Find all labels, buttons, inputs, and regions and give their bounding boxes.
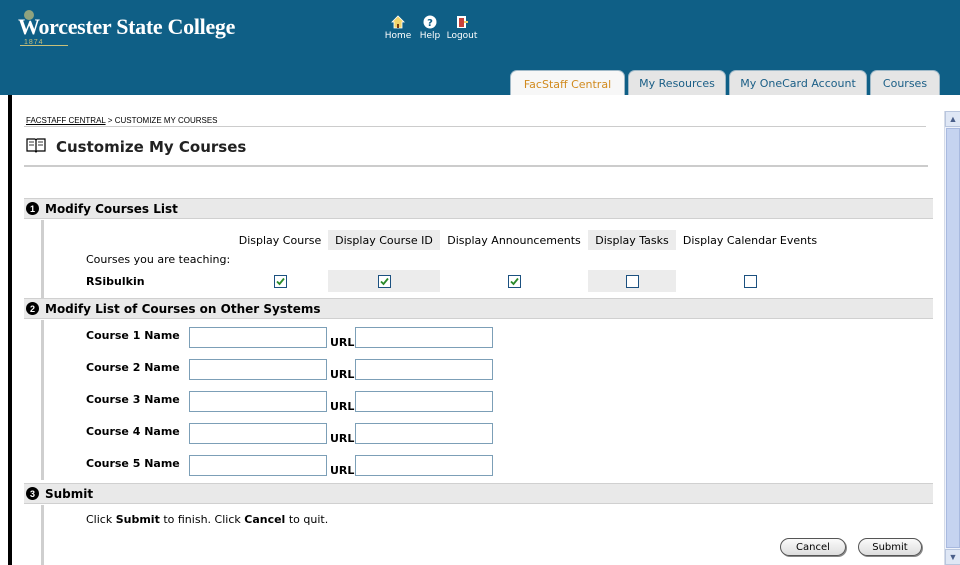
col-display-course: Display Course xyxy=(238,233,322,247)
college-logo[interactable]: 1874 Worcester State College xyxy=(18,10,235,46)
section-3-title: Submit xyxy=(45,486,94,501)
checkbox-display-calendar-events[interactable] xyxy=(743,274,757,288)
checkbox-display-tasks[interactable] xyxy=(625,274,639,288)
help-label: Help xyxy=(419,31,441,41)
cell-display-course-id xyxy=(328,270,440,292)
logout-label: Logout xyxy=(446,31,478,41)
step-1-icon: 1 xyxy=(26,202,39,215)
course-3-label: Course 3 Name xyxy=(86,393,180,406)
section-modify-courses-list-header: 1 Modify Courses List xyxy=(24,198,933,219)
breadcrumb: FACSTAFF CENTRAL > CUSTOMIZE MY COURSES xyxy=(26,116,218,125)
submit-instructions: Click Submit to finish. Click Cancel to … xyxy=(86,513,328,526)
top-navigation: Home ? Help Logout xyxy=(383,14,477,41)
course-1-url-input[interactable] xyxy=(355,327,493,348)
home-label: Home xyxy=(384,31,412,41)
section-3-guide-line xyxy=(41,505,44,565)
checkbox-display-announcements[interactable] xyxy=(507,274,521,288)
book-icon xyxy=(26,137,46,156)
title-rule xyxy=(24,165,928,167)
tab-my-resources[interactable]: My Resources xyxy=(628,70,726,96)
page-title-row: Customize My Courses xyxy=(26,137,246,156)
course-4-url-input[interactable] xyxy=(355,423,493,444)
home-icon xyxy=(390,14,406,30)
logo-year: 1874 xyxy=(24,39,44,46)
logo-emblem: 1874 xyxy=(20,10,68,46)
cell-display-tasks xyxy=(588,270,676,292)
courses-teaching-label: Courses you are teaching: xyxy=(86,253,231,266)
scroll-down-arrow-icon[interactable]: ▼ xyxy=(945,549,960,565)
checkbox-display-course[interactable] xyxy=(273,274,287,288)
step-3-icon: 3 xyxy=(26,487,39,500)
instr-submit-word: Submit xyxy=(115,513,160,526)
vertical-scrollbar[interactable]: ▲ ▼ xyxy=(944,111,960,565)
section-1-guide-line xyxy=(41,220,44,300)
breadcrumb-link-facstaff-central[interactable]: FACSTAFF CENTRAL xyxy=(26,116,106,125)
course-2-url-label: URL xyxy=(330,368,355,381)
logout-icon xyxy=(454,14,470,30)
course-3-name-input[interactable] xyxy=(189,391,327,412)
course-5-url-input[interactable] xyxy=(355,455,493,476)
col-display-course-id: Display Course ID xyxy=(328,230,440,250)
help-link[interactable]: ? Help xyxy=(415,14,445,41)
instr-part-2: to finish. Click xyxy=(159,513,245,526)
course-1-url-label: URL xyxy=(330,336,355,349)
cell-display-course xyxy=(234,270,326,292)
course-4-label: Course 4 Name xyxy=(86,425,180,438)
tab-facstaff-central[interactable]: FacStaff Central xyxy=(510,70,625,97)
breadcrumb-current: CUSTOMIZE MY COURSES xyxy=(114,116,218,125)
course-3-url-label: URL xyxy=(330,400,355,413)
section-other-systems-header: 2 Modify List of Courses on Other System… xyxy=(24,298,933,319)
scrollbar-thumb[interactable] xyxy=(946,128,960,548)
course-2-url-input[interactable] xyxy=(355,359,493,380)
section-2-title: Modify List of Courses on Other Systems xyxy=(45,301,321,316)
step-2-icon: 2 xyxy=(26,302,39,315)
col-display-announcements: Display Announcements xyxy=(447,233,581,247)
course-name-rsibulkin: RSibulkin xyxy=(86,275,145,288)
course-4-url-label: URL xyxy=(330,432,355,445)
checkbox-display-course-id[interactable] xyxy=(377,274,391,288)
col-display-calendar-events: Display Calendar Events xyxy=(682,233,818,247)
section-2-guide-line xyxy=(41,320,44,480)
submit-button[interactable]: Submit xyxy=(858,538,922,556)
course-1-name-input[interactable] xyxy=(189,327,327,348)
svg-text:?: ? xyxy=(427,18,433,29)
instr-part-3: to quit. xyxy=(285,513,329,526)
cancel-button[interactable]: Cancel xyxy=(780,538,846,556)
course-3-url-input[interactable] xyxy=(355,391,493,412)
course-2-name-input[interactable] xyxy=(189,359,327,380)
course-5-label: Course 5 Name xyxy=(86,457,180,470)
cell-display-calendar-events xyxy=(678,270,822,292)
home-link[interactable]: Home xyxy=(383,14,413,41)
course-1-label: Course 1 Name xyxy=(86,329,180,342)
breadcrumb-rule xyxy=(24,126,926,127)
cell-display-announcements xyxy=(442,270,586,292)
page-title: Customize My Courses xyxy=(56,137,247,156)
main-content: FACSTAFF CENTRAL > CUSTOMIZE MY COURSES … xyxy=(12,95,944,565)
course-5-url-label: URL xyxy=(330,464,355,477)
course-2-label: Course 2 Name xyxy=(86,361,180,374)
scroll-up-arrow-icon[interactable]: ▲ xyxy=(945,111,960,127)
section-submit-header: 3 Submit xyxy=(24,483,933,504)
tab-courses[interactable]: Courses xyxy=(870,70,940,96)
instr-part-1: Click xyxy=(86,513,116,526)
col-display-tasks: Display Tasks xyxy=(588,230,676,250)
breadcrumb-separator: > xyxy=(105,116,115,125)
instr-cancel-word: Cancel xyxy=(244,513,286,526)
logout-link[interactable]: Logout xyxy=(447,14,477,41)
tab-my-onecard-account[interactable]: My OneCard Account xyxy=(729,70,867,96)
course-4-name-input[interactable] xyxy=(189,423,327,444)
section-1-title: Modify Courses List xyxy=(45,201,178,216)
course-5-name-input[interactable] xyxy=(189,455,327,476)
tab-bar: FacStaff Central My Resources My OneCard… xyxy=(0,70,960,97)
app-header: 1874 Worcester State College Home ? Help… xyxy=(0,0,960,97)
help-icon: ? xyxy=(422,14,438,30)
